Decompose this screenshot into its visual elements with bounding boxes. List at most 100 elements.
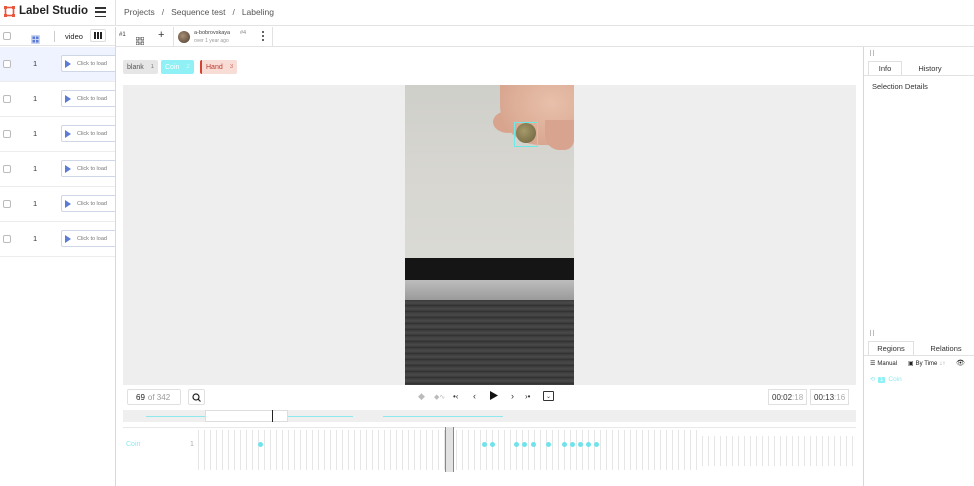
video-cell[interactable]: Click to load — [61, 90, 115, 107]
breadcrumb-projects[interactable]: Projects — [124, 7, 155, 17]
keyframe-marker[interactable] — [546, 442, 551, 447]
play-icon — [65, 59, 71, 68]
keyframe-marker[interactable] — [562, 442, 567, 447]
select-all-checkbox[interactable] — [3, 32, 11, 40]
tab-history[interactable]: History — [910, 61, 950, 75]
grid-compare-icon[interactable] — [135, 32, 145, 50]
play-icon — [65, 234, 71, 243]
visibility-icon[interactable]: 👁 — [956, 359, 965, 367]
timeline[interactable] — [123, 427, 856, 472]
seek-playhead[interactable] — [272, 410, 273, 422]
annotation-tab[interactable]: a-bobrovskaya #4 over 1 year ago — [173, 27, 273, 47]
keyframe-marker[interactable] — [594, 442, 599, 447]
keyframe-marker[interactable] — [578, 442, 583, 447]
next-frame-icon[interactable]: › — [511, 391, 514, 401]
menu-icon[interactable] — [95, 7, 106, 17]
video-cell[interactable]: Click to load — [61, 125, 115, 142]
row-checkbox[interactable] — [3, 235, 11, 243]
timeline-cursor[interactable] — [445, 427, 454, 472]
label-name: blank — [127, 63, 144, 71]
app-name: Label Studio — [19, 5, 88, 17]
keyframe-marker[interactable] — [490, 442, 495, 447]
breadcrumb-project[interactable]: Sequence test — [171, 7, 225, 17]
more-options-icon[interactable] — [261, 30, 264, 42]
selection-details-title: Selection Details — [872, 82, 928, 91]
play-icon — [65, 94, 71, 103]
keyframe-marker[interactable] — [586, 442, 591, 447]
next-keyframe-icon[interactable]: ›• — [525, 392, 530, 401]
sort-order-icon: ↓↑ — [939, 360, 946, 367]
grid-view-icon[interactable] — [31, 31, 40, 44]
column-header-video[interactable]: video — [65, 32, 83, 41]
side-panel: Info History Selection Details Regions R… — [863, 47, 974, 486]
tab-relations[interactable]: Relations — [924, 341, 968, 355]
seek-viewport[interactable] — [205, 410, 288, 422]
sort-by-time-button[interactable]: ▣ By Time ↓↑ — [908, 360, 946, 368]
video-cell[interactable]: Click to load — [61, 195, 115, 212]
breadcrumb-current-page: Labeling — [241, 7, 274, 17]
prev-frame-icon[interactable]: ‹ — [473, 391, 476, 401]
breadcrumb-separator: / — [161, 7, 165, 17]
keyframe-icon[interactable]: ◆ — [418, 391, 425, 402]
label-hotkey: 1 — [150, 64, 155, 70]
timeline-track-label[interactable]: Coin — [126, 441, 140, 448]
table-row[interactable]: 1 Click to load — [0, 82, 115, 117]
columns-icon[interactable] — [90, 29, 106, 42]
task-list-panel: video 1 Click to load 1 Click to load 1 Click… — [0, 27, 116, 486]
divider — [115, 0, 116, 26]
sort-by-time-label: By Time — [915, 360, 938, 367]
keyframe-marker[interactable] — [570, 442, 575, 447]
add-annotation-icon[interactable]: + — [158, 29, 164, 41]
breadcrumb-separator: / — [232, 7, 235, 17]
zoom-icon — [192, 392, 201, 402]
label-button-coin[interactable]: Coin 2 — [161, 60, 194, 74]
row-checkbox[interactable] — [3, 60, 11, 68]
row-id: 1 — [33, 59, 38, 68]
table-row[interactable]: 1 Click to load — [0, 222, 115, 257]
keyframe-marker[interactable] — [531, 442, 536, 447]
app-logo[interactable]: Label Studio — [4, 5, 88, 17]
keyframe-marker[interactable] — [258, 442, 263, 447]
keyframe-marker[interactable] — [522, 442, 527, 447]
video-frame[interactable] — [405, 85, 574, 385]
table-row[interactable]: 1 Click to load — [0, 187, 115, 222]
keyframe-marker[interactable] — [514, 442, 519, 447]
panel-drag-handle-icon[interactable] — [870, 330, 874, 336]
interpolation-icon[interactable]: ◆∿ — [434, 393, 445, 401]
tab-relations-label: Relations — [930, 343, 962, 353]
video-cell-text: Click to load — [77, 235, 107, 242]
play-icon — [65, 129, 71, 138]
tab-regions[interactable]: Regions — [868, 341, 914, 355]
row-checkbox[interactable] — [3, 130, 11, 138]
label-button-hand[interactable]: Hand 3 — [200, 60, 238, 74]
zoom-button[interactable] — [188, 389, 205, 405]
total-time-value: 00:13 — [814, 392, 835, 402]
divider — [864, 75, 974, 76]
region-item[interactable]: ⟲ 1 Coin — [870, 376, 902, 383]
keyframe-marker[interactable] — [482, 442, 487, 447]
table-row[interactable]: 1 Click to load — [0, 152, 115, 187]
table-row[interactable]: 1 Click to load — [0, 117, 115, 152]
prev-keyframe-icon[interactable]: •‹ — [453, 392, 458, 401]
frame-counter[interactable]: 69 of 342 — [127, 389, 181, 405]
panel-drag-handle-icon[interactable] — [870, 50, 874, 56]
label-button-blank[interactable]: blank 1 — [123, 60, 159, 74]
video-frame-floor — [405, 300, 574, 385]
fullscreen-toggle-icon[interactable]: ⌄ — [543, 391, 554, 401]
tab-info-label: Info — [878, 64, 892, 73]
row-checkbox[interactable] — [3, 165, 11, 173]
current-frame: 69 — [136, 392, 145, 402]
video-cell[interactable]: Click to load — [61, 160, 115, 177]
video-cell[interactable]: Click to load — [61, 55, 115, 72]
play-icon[interactable] — [490, 391, 498, 402]
tab-info[interactable]: Info — [868, 61, 902, 75]
breadcrumb: Projects / Sequence test / Labeling — [124, 7, 274, 17]
group-manual-button[interactable]: ☰ Manual — [870, 360, 897, 368]
row-checkbox[interactable] — [3, 200, 11, 208]
region-bounding-box[interactable] — [514, 122, 538, 147]
divider — [864, 355, 974, 356]
total-time: 00:13:16 — [810, 389, 850, 405]
table-row[interactable]: 1 Click to load — [0, 47, 115, 82]
video-cell[interactable]: Click to load — [61, 230, 115, 247]
row-checkbox[interactable] — [3, 95, 11, 103]
